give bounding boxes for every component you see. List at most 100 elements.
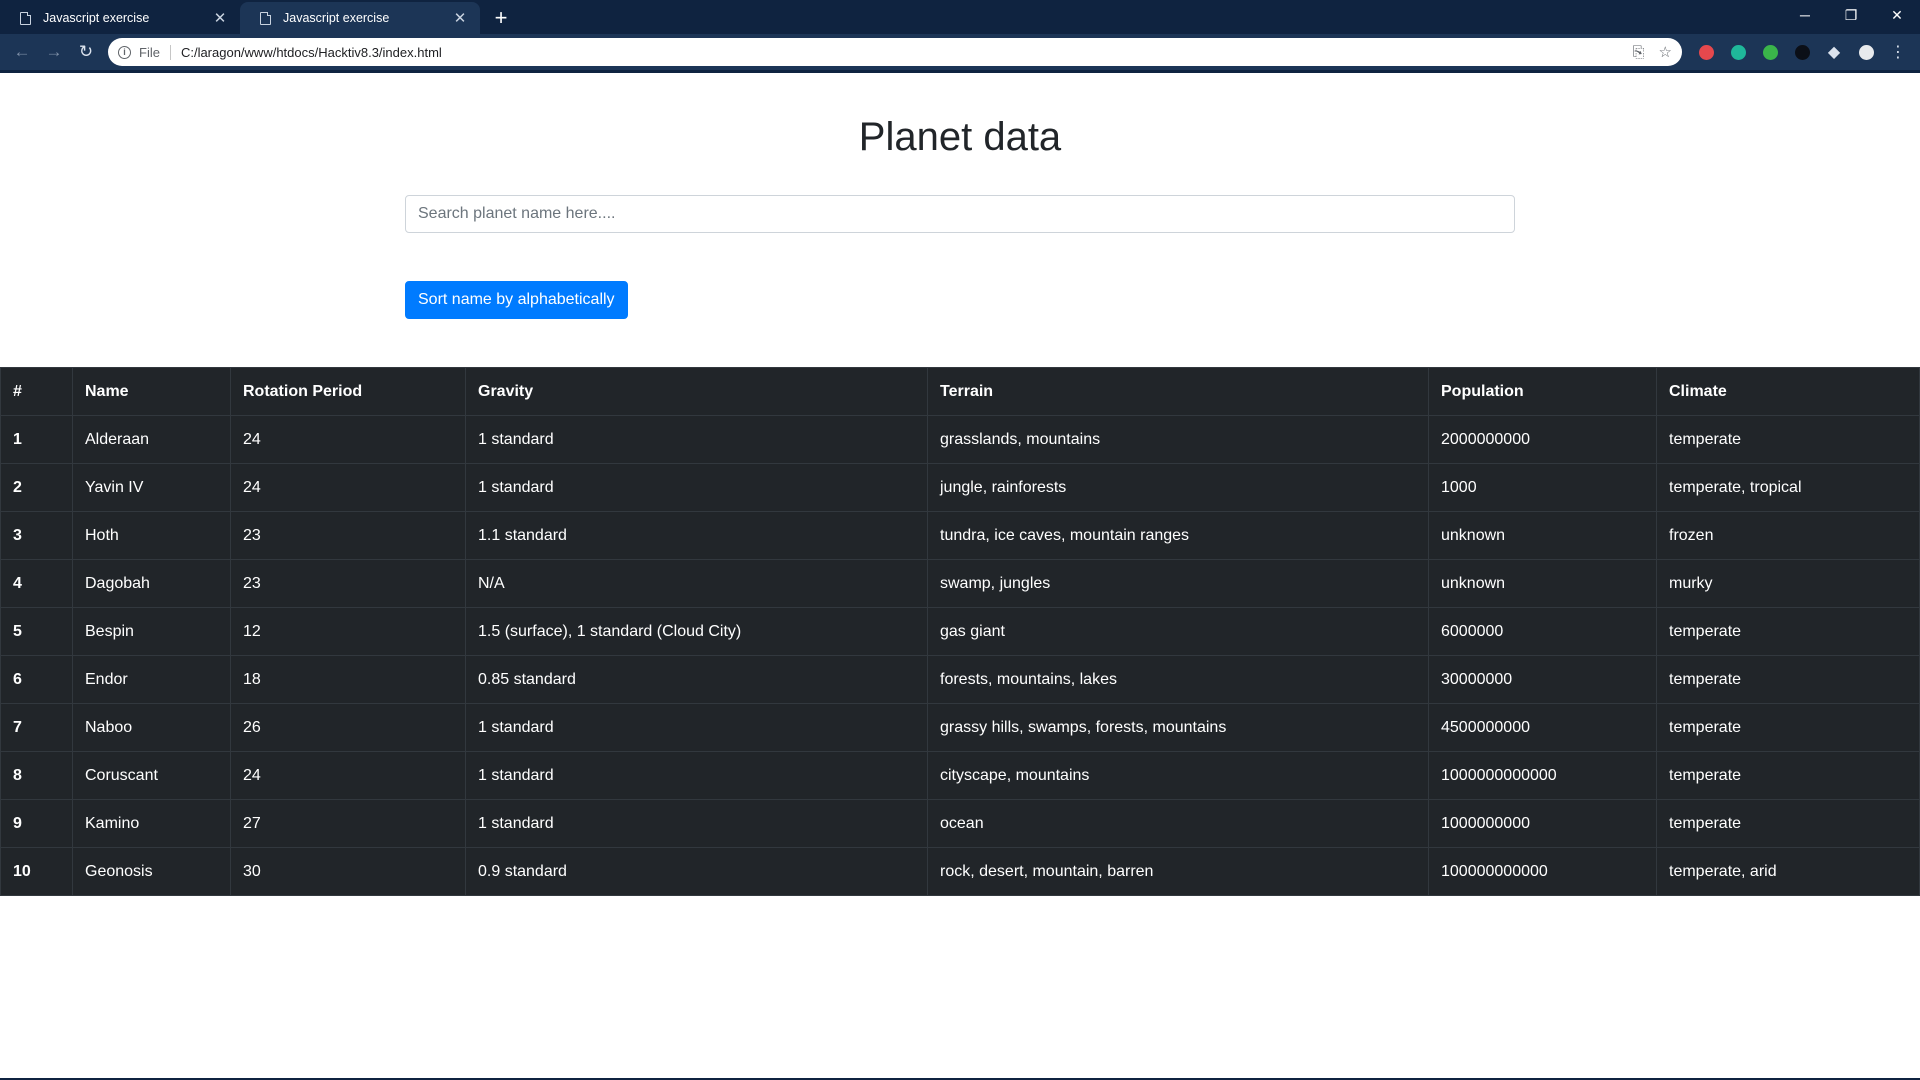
browser-tab-bar: Javascript exercise ✕ Javascript exercis… (0, 0, 1920, 34)
cell-population: 2000000000 (1428, 415, 1657, 464)
cell-name: Hoth (72, 511, 231, 560)
cell-climate: temperate, tropical (1656, 463, 1920, 512)
column-header-climate: Climate (1656, 367, 1920, 416)
table-row: 3 Hoth 23 1.1 standard tundra, ice caves… (0, 511, 1920, 560)
url-text[interactable]: C:/laragon/www/htdocs/Hacktiv8.3/index.h… (181, 45, 1619, 60)
table-row: 4 Dagobah 23 N/A swamp, jungles unknown … (0, 559, 1920, 608)
cell-name: Endor (72, 655, 231, 704)
cell-rotation-period: 23 (230, 559, 466, 608)
cell-population: 1000000000000 (1428, 751, 1657, 800)
cell-gravity: 1.5 (surface), 1 standard (Cloud City) (465, 607, 928, 656)
menu-icon[interactable]: ⋮ (1882, 36, 1914, 68)
cell-climate: temperate (1656, 655, 1920, 704)
table-row: 7 Naboo 26 1 standard grassy hills, swam… (0, 703, 1920, 752)
page-title: Planet data (858, 115, 1062, 159)
cell-gravity: N/A (465, 559, 928, 608)
cell-rotation-period: 24 (230, 463, 466, 512)
cell-rotation-period: 23 (230, 511, 466, 560)
profile-avatar-icon[interactable] (1850, 36, 1882, 68)
tab-title: Javascript exercise (43, 11, 150, 25)
cell-climate: temperate (1656, 703, 1920, 752)
extension-icon[interactable] (1690, 36, 1722, 68)
cell-name: Yavin IV (72, 463, 231, 512)
cell-rotation-period: 27 (230, 799, 466, 848)
info-icon[interactable]: i (118, 45, 131, 59)
cell-population: 100000000000 (1428, 847, 1657, 896)
translate-icon[interactable]: ⎘ (1633, 44, 1645, 61)
cell-name: Alderaan (72, 415, 231, 464)
browser-tab[interactable]: Javascript exercise ✕ (0, 2, 240, 34)
close-icon[interactable]: ✕ (212, 9, 228, 27)
cell-climate: frozen (1656, 511, 1920, 560)
cell-gravity: 1 standard (465, 751, 928, 800)
cell-climate: temperate (1656, 415, 1920, 464)
cell-rotation-period: 24 (230, 415, 466, 464)
document-icon (260, 11, 271, 25)
cell-rotation-period: 18 (230, 655, 466, 704)
extension-icon[interactable] (1722, 36, 1754, 68)
cell-number: 5 (0, 607, 73, 656)
table-row: 6 Endor 18 0.85 standard forests, mounta… (0, 655, 1920, 704)
sort-alphabetically-button[interactable]: Sort name by alphabetically (405, 281, 628, 319)
search-input[interactable] (405, 195, 1515, 233)
cell-number: 3 (0, 511, 73, 560)
cell-name: Kamino (72, 799, 231, 848)
column-header-population: Population (1428, 367, 1657, 416)
extension-icon[interactable] (1754, 36, 1786, 68)
cell-terrain: grasslands, mountains (927, 415, 1429, 464)
cell-name: Bespin (72, 607, 231, 656)
restore-icon[interactable]: ❐ (1828, 0, 1874, 30)
planet-table: # Name Rotation Period Gravity Terrain P… (0, 367, 1920, 896)
cell-population: unknown (1428, 559, 1657, 608)
table-body: 1 Alderaan 24 1 standard grasslands, mou… (0, 415, 1920, 896)
cell-rotation-period: 12 (230, 607, 466, 656)
extension-icon[interactable]: ◆ (1818, 36, 1850, 68)
cell-gravity: 1 standard (465, 703, 928, 752)
table-row: 5 Bespin 12 1.5 (surface), 1 standard (C… (0, 607, 1920, 656)
cell-gravity: 1 standard (465, 799, 928, 848)
cell-number: 4 (0, 559, 73, 608)
extension-icon[interactable] (1786, 36, 1818, 68)
table-row: 2 Yavin IV 24 1 standard jungle, rainfor… (0, 463, 1920, 512)
cell-climate: temperate (1656, 607, 1920, 656)
cell-population: 6000000 (1428, 607, 1657, 656)
cell-gravity: 1.1 standard (465, 511, 928, 560)
minimize-icon[interactable]: ─ (1782, 0, 1828, 30)
table-row: 8 Coruscant 24 1 standard cityscape, mou… (0, 751, 1920, 800)
cell-rotation-period: 30 (230, 847, 466, 896)
sort-button-container: Sort name by alphabetically (405, 281, 1515, 319)
cell-gravity: 1 standard (465, 463, 928, 512)
page-content: Planet data Sort name by alphabetically … (0, 73, 1920, 896)
cell-terrain: ocean (927, 799, 1429, 848)
cell-population: 4500000000 (1428, 703, 1657, 752)
column-header-number: # (0, 367, 73, 416)
column-header-terrain: Terrain (927, 367, 1429, 416)
cell-gravity: 0.85 standard (465, 655, 928, 704)
star-icon[interactable]: ☆ (1659, 43, 1672, 61)
table-row: 1 Alderaan 24 1 standard grasslands, mou… (0, 415, 1920, 464)
forward-icon[interactable]: → (38, 36, 70, 68)
reload-icon[interactable]: ↻ (70, 36, 102, 68)
cell-climate: temperate (1656, 799, 1920, 848)
close-icon[interactable]: ✕ (452, 9, 468, 27)
table-header-row: # Name Rotation Period Gravity Terrain P… (0, 367, 1920, 416)
cell-name: Geonosis (72, 847, 231, 896)
cell-number: 6 (0, 655, 73, 704)
cell-number: 2 (0, 463, 73, 512)
window-controls: ─ ❐ ✕ (1782, 0, 1920, 30)
document-icon (20, 11, 31, 25)
cell-terrain: rock, desert, mountain, barren (927, 847, 1429, 896)
plus-icon[interactable]: + (486, 2, 516, 34)
browser-tab-active[interactable]: Javascript exercise ✕ (240, 2, 480, 34)
table-row: 9 Kamino 27 1 standard ocean 1000000000 … (0, 799, 1920, 848)
back-icon[interactable]: ← (6, 36, 38, 68)
column-header-name: Name (72, 367, 231, 416)
cell-terrain: cityscape, mountains (927, 751, 1429, 800)
cell-number: 10 (0, 847, 73, 896)
cell-terrain: grassy hills, swamps, forests, mountains (927, 703, 1429, 752)
cell-terrain: jungle, rainforests (927, 463, 1429, 512)
tab-title: Javascript exercise (283, 11, 390, 25)
address-bar[interactable]: i File C:/laragon/www/htdocs/Hacktiv8.3/… (108, 38, 1682, 66)
window-close-icon[interactable]: ✕ (1874, 0, 1920, 30)
cell-climate: murky (1656, 559, 1920, 608)
